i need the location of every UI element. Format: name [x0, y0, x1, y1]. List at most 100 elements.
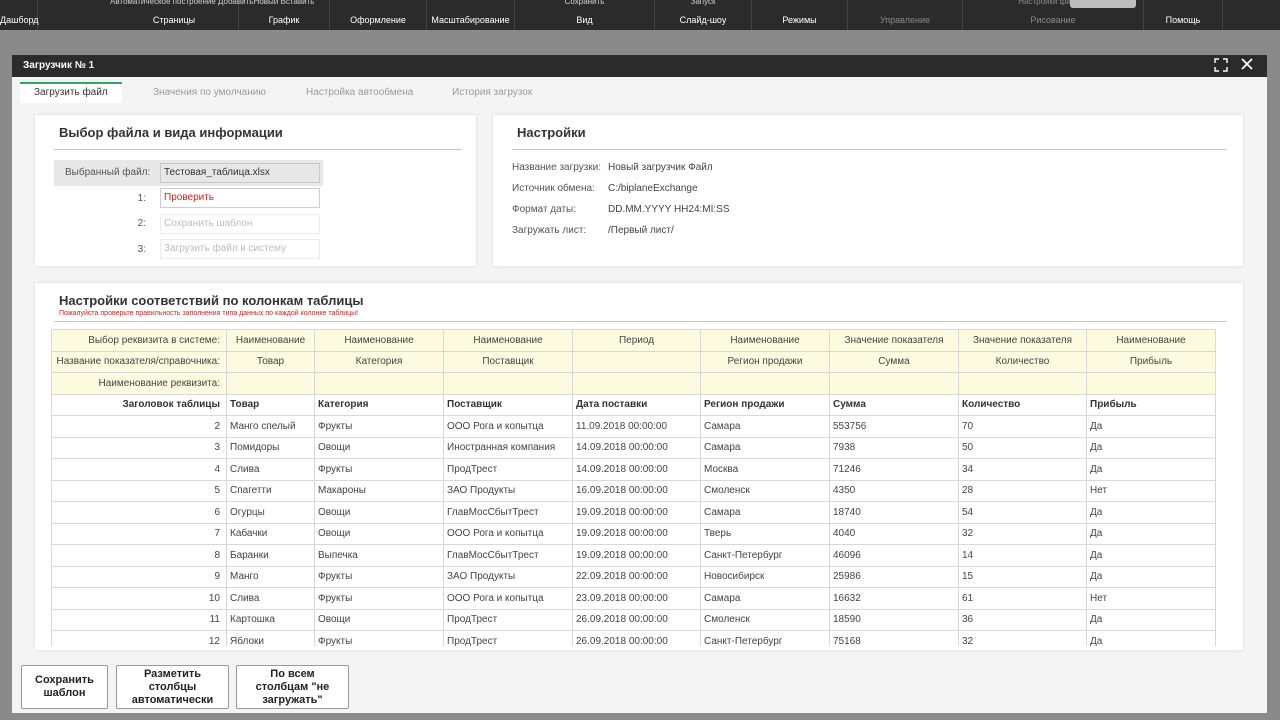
mapping-panel-title: Настройки соответствий по колонкам табли… [59, 293, 364, 308]
ribbon-group[interactable]: Масштабирование [427, 0, 515, 30]
ribbon-group-label: График [268, 15, 300, 25]
check-button[interactable]: Проверить [160, 188, 320, 208]
mapping-cell[interactable] [314, 372, 444, 395]
mapping-cell[interactable] [829, 372, 959, 395]
table-cell: 16632 [829, 587, 959, 610]
mapping-cell[interactable]: Наименование [314, 329, 444, 352]
setting-key: Название загрузки: [512, 162, 602, 173]
ribbon-group[interactable]: Автоматическое построение Добавить Страни… [110, 0, 253, 30]
ribbon-group-top-text[interactable]: Автоматическое построение Добавить [110, 0, 253, 7]
mapping-cell[interactable]: Наименование [1086, 329, 1216, 352]
mapping-cell[interactable]: Сумма [829, 350, 959, 373]
column-header: Количество [958, 393, 1087, 416]
attr-select-row: Выбор реквизита в системе: Наименование На… [51, 329, 1216, 352]
table-cell: Санкт-Петербург [700, 544, 830, 567]
mapping-scroll-area[interactable]: Настройки соответствий по колонкам табли… [35, 283, 1243, 646]
table-cell: 7938 [829, 436, 959, 459]
table-cell: Картошка [226, 608, 315, 631]
table-cell: 15 [958, 565, 1087, 588]
ribbon-group[interactable]: Оформление [330, 0, 427, 30]
table-cell: 32 [958, 522, 1087, 545]
row-number: 12 [51, 630, 227, 646]
ribbon-group[interactable]: Дашборд [0, 0, 39, 30]
tab-upload-file[interactable]: Загрузить файл [20, 82, 122, 103]
table-cell: Макароны [314, 479, 444, 502]
skip-all-columns-button[interactable]: По всем столбцам "не загружать" [236, 665, 349, 709]
row-number: 11 [51, 608, 227, 631]
ribbon-group[interactable]: Новый Вставить График [239, 0, 330, 30]
mapping-cell[interactable]: Регион продажи [700, 350, 830, 373]
table-cell: Фрукты [314, 630, 444, 646]
table-cell: Да [1086, 415, 1216, 438]
selected-file-field[interactable]: Тестовая_таблица.xlsx [160, 163, 320, 183]
ribbon-group-label: Дашборд [0, 15, 39, 25]
ribbon-group[interactable]: Помощь [1144, 0, 1223, 30]
setting-key: Источник обмена: [512, 183, 595, 194]
table-cell: 26.09.2018 00:00:00 [572, 630, 701, 646]
table-cell: Да [1086, 565, 1216, 588]
mapping-cell[interactable]: Период [572, 329, 701, 352]
mapping-cell[interactable]: Товар [226, 350, 315, 373]
save-template-step-button[interactable]: Сохранить шаблон [160, 214, 320, 234]
table-cell: Да [1086, 501, 1216, 524]
setting-row-source: Источник обмена: C:/biplaneExchange [512, 183, 698, 194]
mapping-cell[interactable]: Наименование [700, 329, 830, 352]
table-cell: Самара [700, 587, 830, 610]
ribbon-group-top-text[interactable]: Запуск [655, 0, 751, 7]
table-cell: 19.09.2018 00:00:00 [572, 522, 701, 545]
table-cell: 46096 [829, 544, 959, 567]
ribbon-slider[interactable] [1070, 0, 1136, 8]
column-header: Категория [314, 393, 444, 416]
ribbon-group-label: Управление [879, 15, 931, 25]
table-cell: Манго спелый [226, 415, 315, 438]
mapping-cell[interactable] [572, 372, 701, 395]
table-cell: Нет [1086, 587, 1216, 610]
ribbon-group[interactable]: Управление [848, 0, 963, 30]
table-cell: Да [1086, 544, 1216, 567]
mapping-cell[interactable]: Категория [314, 350, 444, 373]
fullscreen-icon[interactable] [1214, 58, 1228, 77]
mapping-cell[interactable]: Наименование [226, 329, 315, 352]
table-cell: Новосибирск [700, 565, 830, 588]
tab-default-values[interactable]: Значения по умолчанию [139, 82, 280, 103]
mapping-cell[interactable] [443, 372, 573, 395]
ribbon-group-top-text[interactable]: Новый Вставить [239, 0, 329, 7]
mapping-cell[interactable] [700, 372, 830, 395]
step-number: 1: [137, 193, 146, 204]
mapping-cell[interactable] [1086, 372, 1216, 395]
ribbon-group[interactable]: Сохранить Вид [515, 0, 655, 30]
mapping-cell[interactable]: Значение показателя [829, 329, 959, 352]
mapping-cell[interactable] [226, 372, 315, 395]
mapping-cell[interactable]: Количество [958, 350, 1087, 373]
ribbon-group-top-text[interactable]: Сохранить [515, 0, 654, 7]
table-cell: Помидоры [226, 436, 315, 459]
tab-autoexchange-settings[interactable]: Настройка автообмена [292, 82, 427, 103]
mapping-cell[interactable]: Поставщик [443, 350, 573, 373]
table-cell: Москва [700, 458, 830, 481]
row-label: Заголовок таблицы [51, 393, 227, 416]
ribbon-group[interactable]: Запуск Слайд-шоу [655, 0, 752, 30]
step-number: 2: [137, 218, 146, 229]
close-icon[interactable] [1240, 57, 1254, 76]
table-cell: 34 [958, 458, 1087, 481]
mapping-cell[interactable]: Наименование [443, 329, 573, 352]
mapping-cell[interactable]: Прибыль [1086, 350, 1216, 373]
save-template-button[interactable]: Сохранить шаблон [21, 665, 108, 709]
table-cell: Да [1086, 458, 1216, 481]
ribbon-group[interactable]: Режимы [752, 0, 848, 30]
mapping-cell[interactable]: Значение показателя [958, 329, 1087, 352]
table-cell: 32 [958, 630, 1087, 646]
auto-mark-columns-button[interactable]: Разметить столбцы автоматически [116, 665, 229, 709]
upload-file-step-button[interactable]: Загрузить файл в систему [160, 239, 320, 259]
table-cell: 22.09.2018 00:00:00 [572, 565, 701, 588]
mapping-cell[interactable] [958, 372, 1087, 395]
table-cell: Смоленск [700, 608, 830, 631]
table-cell: 71246 [829, 458, 959, 481]
tab-upload-history[interactable]: История загрузок [438, 82, 546, 103]
table-row: 8 Баранки Выпечка ГлавМосСбытТрест 19.09.201… [51, 544, 1216, 567]
mapping-cell[interactable] [572, 350, 701, 373]
table-cell: ЗАО Продукты [443, 565, 573, 588]
table-cell: 4040 [829, 522, 959, 545]
table-cell: 26.09.2018 00:00:00 [572, 608, 701, 631]
table-cell: 16.09.2018 00:00:00 [572, 479, 701, 502]
